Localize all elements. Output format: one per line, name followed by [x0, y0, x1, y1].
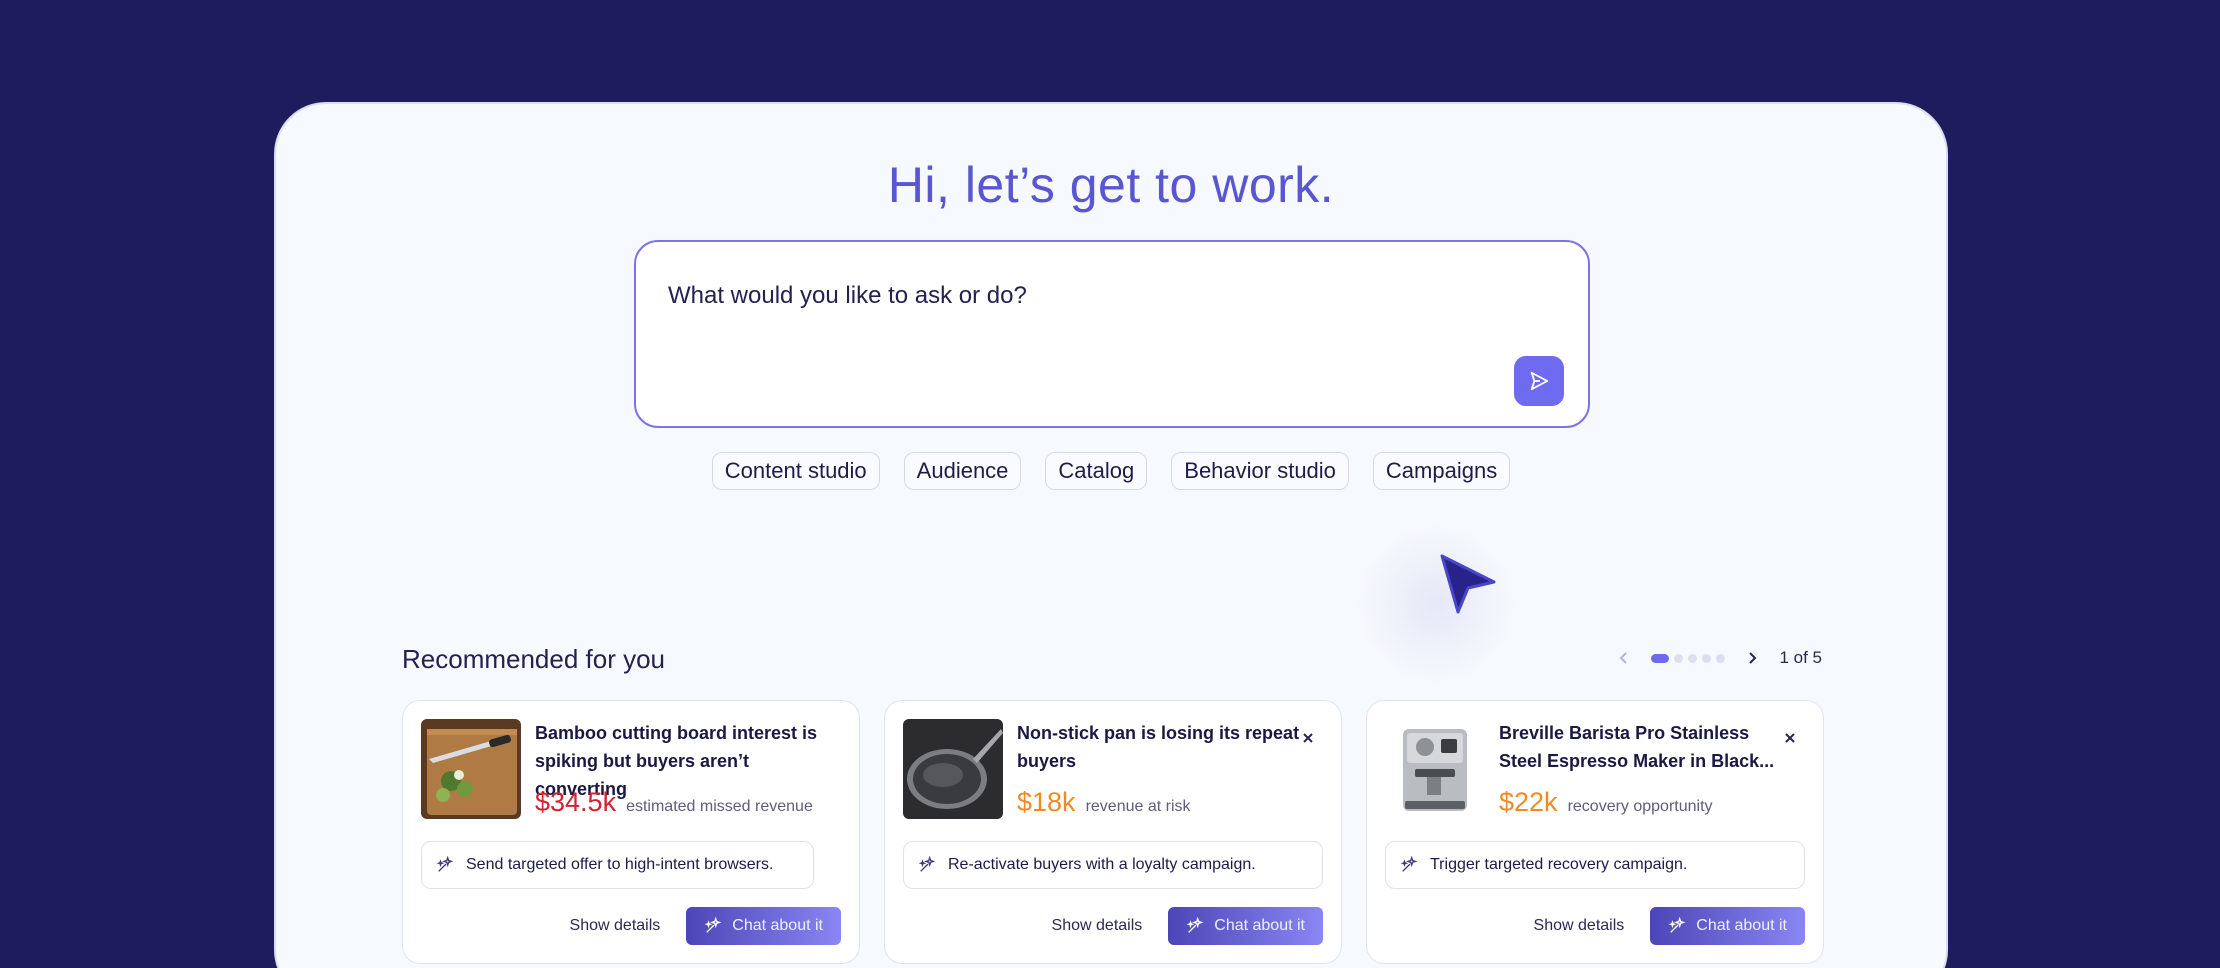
chip-campaigns[interactable]: Campaigns — [1372, 452, 1511, 490]
prev-page-button[interactable] — [1617, 651, 1631, 665]
page-indicator: 1 of 5 — [1779, 648, 1822, 667]
show-details-link[interactable]: Show details — [570, 917, 661, 935]
chat-about-it-button[interactable]: Chat about it — [1168, 907, 1323, 945]
suggested-action[interactable]: Re-activate buyers with a loyalty campai… — [903, 841, 1323, 889]
card-footer: Show details Chat about it — [570, 907, 841, 945]
sparkle-icon — [1668, 917, 1686, 933]
chip-behavior-studio[interactable]: Behavior studio — [1171, 452, 1349, 490]
page-dot[interactable] — [1702, 653, 1712, 663]
metric-label: revenue at risk — [1085, 798, 1191, 815]
metric-value: $34.5k — [535, 787, 617, 817]
metric-label: recovery opportunity — [1567, 798, 1713, 815]
recommendation-cards: Bamboo cutting board interest is spiking… — [402, 700, 1824, 964]
prompt-input[interactable] — [668, 282, 1528, 310]
close-icon[interactable] — [1301, 731, 1315, 745]
recommendation-card: Breville Barista Pro Stainless Steel Esp… — [1366, 700, 1824, 964]
chat-about-it-button[interactable]: Chat about it — [686, 907, 841, 945]
card-title: Non-stick pan is losing its repeat buyer… — [1017, 723, 1300, 771]
espresso-machine-image — [1385, 719, 1485, 819]
chip-catalog[interactable]: Catalog — [1045, 452, 1148, 490]
recommendation-card: Non-stick pan is losing its repeat buyer… — [884, 700, 1342, 964]
action-text: Trigger targeted recovery campaign. — [1430, 856, 1688, 873]
card-footer: Show details Chat about it — [1052, 907, 1323, 945]
send-icon — [1530, 371, 1549, 391]
metric-label: estimated missed revenue — [626, 798, 813, 815]
show-details-link[interactable]: Show details — [1052, 917, 1143, 935]
recommended-title: Recommended for you — [402, 644, 666, 674]
chat-about-it-button[interactable]: Chat about it — [1650, 907, 1805, 945]
frying-pan-image — [903, 719, 1003, 819]
mouse-pointer-icon — [1440, 554, 1496, 614]
suggested-action[interactable]: Trigger targeted recovery campaign. — [1385, 841, 1805, 889]
chevron-left-icon — [1620, 652, 1628, 664]
show-details-link[interactable]: Show details — [1534, 917, 1625, 935]
metric-value: $22k — [1499, 787, 1558, 817]
page-dot[interactable] — [1674, 653, 1684, 663]
carousel-pager: 1 of 5 — [1617, 648, 1822, 668]
page-dot[interactable] — [1651, 653, 1670, 663]
action-text: Send targeted offer to high-intent brows… — [466, 856, 774, 873]
recommendation-card: Bamboo cutting board interest is spiking… — [402, 700, 860, 964]
chip-content-studio[interactable]: Content studio — [711, 452, 880, 490]
sparkle-icon — [1400, 856, 1418, 872]
sparkle-icon — [1186, 917, 1204, 933]
chat-button-label: Chat about it — [732, 917, 823, 934]
sparkle-icon — [436, 856, 454, 872]
suggested-action[interactable]: Send targeted offer to high-intent brows… — [421, 841, 815, 889]
page-dots — [1651, 653, 1726, 663]
card-metric: $22k recovery opportunity — [1499, 787, 1713, 818]
greeting-heading: Hi, let’s get to work. — [887, 157, 1335, 213]
page-dot[interactable] — [1716, 653, 1726, 663]
card-metric: $18k revenue at risk — [1017, 787, 1191, 818]
main-panel: Hi, let’s get to work. Content studio Au… — [274, 102, 1948, 968]
close-icon[interactable] — [1783, 731, 1797, 745]
action-text: Re-activate buyers with a loyalty campai… — [948, 856, 1256, 873]
send-button[interactable] — [1514, 356, 1564, 406]
next-page-button[interactable] — [1745, 651, 1759, 665]
chevron-right-icon — [1749, 652, 1757, 664]
card-footer: Show details Chat about it — [1534, 907, 1805, 945]
quick-links: Content studio Audience Catalog Behavior… — [276, 452, 1946, 490]
sparkle-icon — [704, 917, 722, 933]
chat-button-label: Chat about it — [1214, 917, 1305, 934]
prompt-box[interactable] — [634, 240, 1590, 428]
metric-value: $18k — [1017, 787, 1076, 817]
cutting-board-image — [421, 719, 521, 819]
page-dot[interactable] — [1688, 653, 1698, 663]
card-metric: $34.5k estimated missed revenue — [535, 787, 813, 818]
card-title: Breville Barista Pro Stainless Steel Esp… — [1499, 723, 1775, 771]
chat-button-label: Chat about it — [1696, 917, 1787, 934]
chip-audience[interactable]: Audience — [903, 452, 1022, 490]
sparkle-icon — [918, 856, 936, 872]
